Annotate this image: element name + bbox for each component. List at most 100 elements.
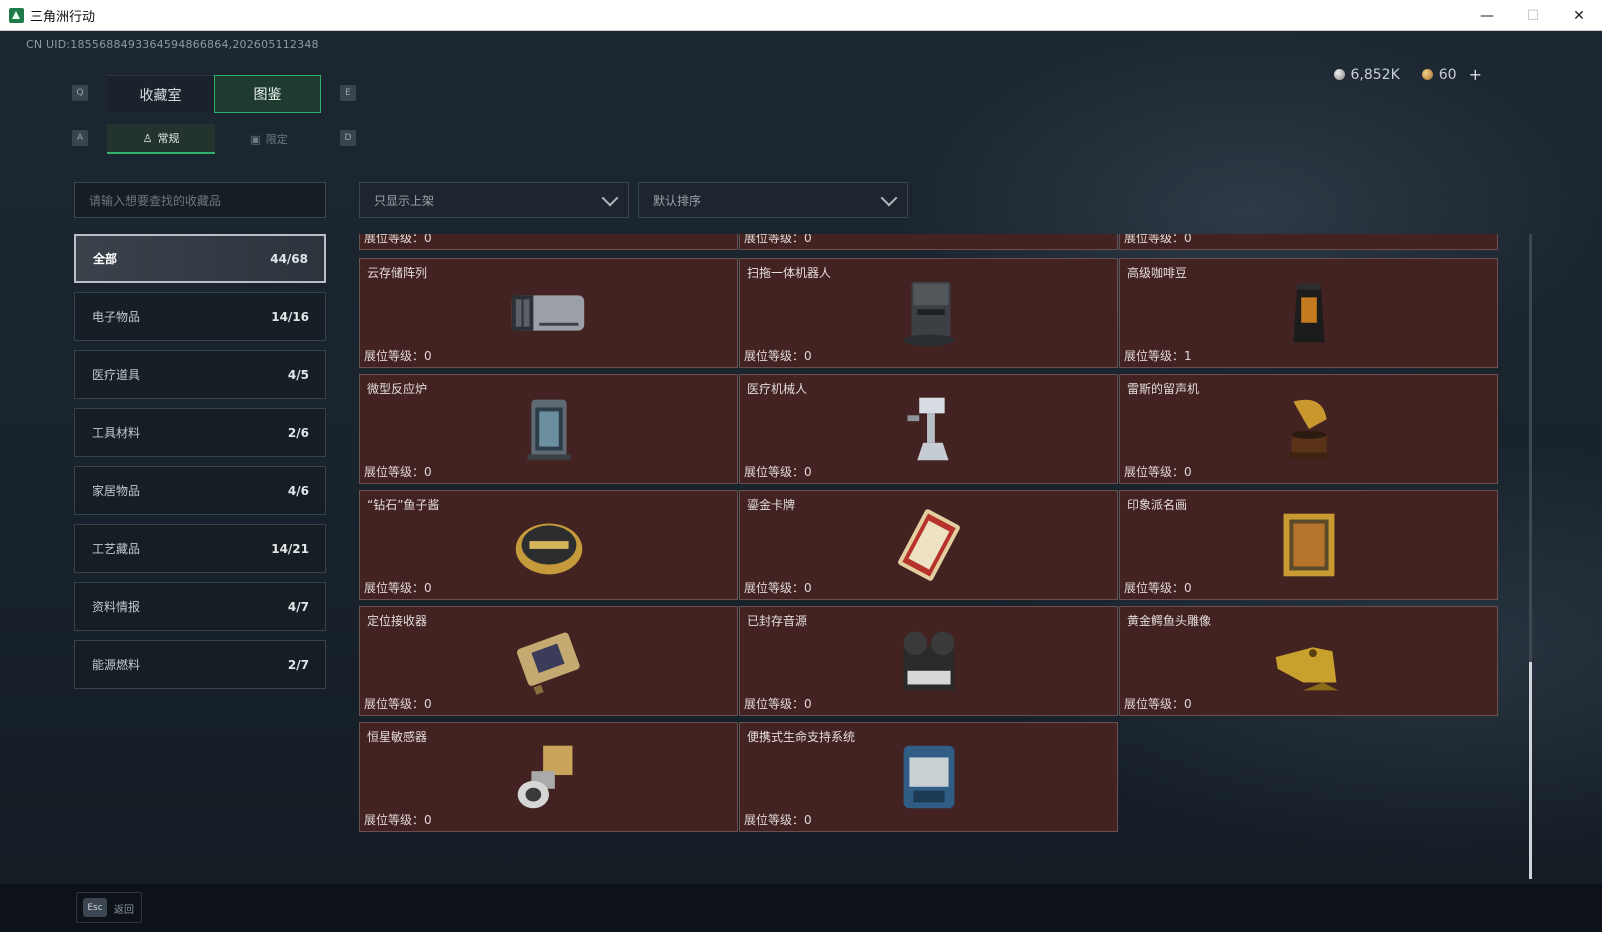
- card-name: 鎏金卡牌: [747, 498, 796, 512]
- collection-card[interactable]: 定位接收器 展位等级：0: [359, 606, 738, 716]
- card-name: 雷斯的留声机: [1127, 382, 1200, 396]
- card-level: 展位等级：0: [1124, 581, 1192, 595]
- category-household[interactable]: 家居物品 4/6: [74, 466, 326, 515]
- category-label: 全部: [93, 252, 118, 266]
- card-level: 展位等级：0: [744, 465, 812, 479]
- collection-card-partial[interactable]: 展位等级：0: [1119, 234, 1498, 250]
- chevron-down-icon: [601, 189, 619, 207]
- figure-icon: ♙: [142, 131, 153, 145]
- key-hint-e[interactable]: E: [340, 85, 356, 101]
- currency-bar: 6,852K 60 +: [1333, 65, 1482, 84]
- window-titlebar: 三角洲行动 — ☐ ✕: [0, 0, 1602, 31]
- collection-card[interactable]: 微型反应炉 展位等级：0: [359, 374, 738, 484]
- card-name: 高级咖啡豆: [1127, 266, 1188, 280]
- back-label: 返回: [114, 905, 134, 916]
- collection-card-partial[interactable]: 展位等级：0: [739, 234, 1118, 250]
- category-crafts[interactable]: 工艺藏品 14/21: [74, 524, 326, 573]
- key-hint-d[interactable]: D: [340, 130, 356, 146]
- collection-card[interactable]: 便携式生命支持系统 展位等级：0: [739, 722, 1118, 832]
- scrollbar-thumb[interactable]: [1529, 662, 1532, 879]
- display-filter-value: 只显示上架: [374, 193, 435, 208]
- card-name: 便携式生命支持系统: [747, 730, 856, 744]
- category-electronics[interactable]: 电子物品 14/16: [74, 292, 326, 341]
- card-name: 恒星敏感器: [367, 730, 428, 744]
- card-level: 展位等级：0: [744, 581, 812, 595]
- collection-card[interactable]: 医疗机械人 展位等级：0: [739, 374, 1118, 484]
- card-name: “钻石”鱼子酱: [367, 498, 440, 512]
- card-level: 展位等级：0: [744, 813, 812, 827]
- sort-dropdown[interactable]: 默认排序: [638, 182, 908, 218]
- game-viewport: CN UID:1855688493364594866864,2026051123…: [0, 31, 1602, 932]
- category-medical[interactable]: 医疗道具 4/5: [74, 350, 326, 399]
- category-label: 资料情报: [92, 600, 141, 614]
- maximize-button[interactable]: ☐: [1510, 0, 1556, 31]
- collection-card[interactable]: 黄金鳄鱼头雕像 展位等级：0: [1119, 606, 1498, 716]
- window-controls: — ☐ ✕: [1464, 0, 1602, 31]
- collection-card[interactable]: 扫拖一体机器人 展位等级：0: [739, 258, 1118, 368]
- category-all[interactable]: 全部 44/68: [74, 234, 326, 283]
- category-list: 全部 44/68 电子物品 14/16 医疗道具 4/5 工具材料 2/6 家居…: [74, 234, 326, 698]
- category-label: 能源燃料: [92, 658, 141, 672]
- category-energy[interactable]: 能源燃料 2/7: [74, 640, 326, 689]
- collection-card[interactable]: 已封存音源 展位等级：0: [739, 606, 1118, 716]
- gold-amount: 60: [1438, 66, 1457, 83]
- card-name: 定位接收器: [367, 614, 428, 628]
- card-level: 展位等级：0: [364, 581, 432, 595]
- esc-key-hint: Esc: [83, 898, 107, 917]
- card-name: 黄金鳄鱼头雕像: [1127, 614, 1212, 628]
- card-level: 展位等级：0: [1124, 234, 1192, 245]
- grid-scrollbar[interactable]: [1529, 234, 1532, 879]
- card-level: 展位等级：0: [364, 813, 432, 827]
- subtab-limited[interactable]: ▣ 限定: [215, 124, 323, 154]
- category-label: 家居物品: [92, 484, 141, 498]
- croc-statue-icon: [1264, 621, 1354, 701]
- category-tools[interactable]: 工具材料 2/6: [74, 408, 326, 457]
- category-count: 14/21: [271, 541, 309, 556]
- card-level: 展位等级：0: [744, 349, 812, 363]
- collection-card[interactable]: 高级咖啡豆 展位等级：1: [1119, 258, 1498, 368]
- caviar-tin-icon: [504, 505, 594, 585]
- reactor-icon: [504, 389, 594, 469]
- server-rack-icon: [504, 273, 594, 353]
- silver-amount: 6,852K: [1350, 66, 1400, 83]
- collection-card[interactable]: 鎏金卡牌展位等级：0: [739, 490, 1118, 600]
- collection-card[interactable]: 云存储阵列 展位等级：0: [359, 258, 738, 368]
- close-button[interactable]: ✕: [1556, 0, 1602, 31]
- window-title: 三角洲行动: [30, 9, 96, 25]
- gramophone-icon: [1264, 389, 1354, 469]
- category-count: 2/6: [287, 425, 309, 440]
- collection-card[interactable]: 恒星敏感器展位等级：0: [359, 722, 738, 832]
- category-count: 14/16: [271, 309, 309, 324]
- main-tabs: 收藏室 图鉴: [107, 75, 321, 113]
- add-currency-button[interactable]: +: [1469, 65, 1482, 84]
- subtab-regular[interactable]: ♙ 常规: [107, 124, 215, 154]
- category-label: 工艺藏品: [92, 542, 141, 556]
- card-name: 已封存音源: [747, 614, 808, 628]
- card-level: 展位等级：0: [1124, 465, 1192, 479]
- bottom-bar: [0, 884, 1602, 932]
- key-hint-a[interactable]: A: [72, 130, 88, 146]
- card-level: 展位等级：0: [1124, 697, 1192, 711]
- key-hint-q[interactable]: Q: [72, 85, 88, 101]
- category-label: 电子物品: [92, 310, 141, 324]
- collection-grid: 展位等级：0 展位等级：0 展位等级：0 云存储阵列 展位等级：0 扫拖一体机器人 展位等级…: [359, 234, 1519, 879]
- tab-codex[interactable]: 图鉴: [214, 75, 321, 113]
- card-level: 展位等级：0: [364, 465, 432, 479]
- silver-coin-icon: [1333, 69, 1345, 80]
- receiver-icon: [504, 621, 594, 701]
- display-filter-dropdown[interactable]: 只显示上架: [359, 182, 629, 218]
- minimize-button[interactable]: —: [1464, 0, 1510, 31]
- image-icon: ▣: [250, 132, 261, 146]
- robot-vacuum-icon: [884, 273, 974, 353]
- card-level: 展位等级：0: [364, 349, 432, 363]
- user-uid: CN UID:1855688493364594866864,2026051123…: [26, 38, 319, 51]
- tab-collection-room[interactable]: 收藏室: [107, 75, 214, 113]
- collection-card[interactable]: 雷斯的留声机 展位等级：0: [1119, 374, 1498, 484]
- search-input[interactable]: 请输入想要查找的收藏品: [74, 182, 326, 218]
- category-intel[interactable]: 资料情报 4/7: [74, 582, 326, 631]
- collection-card-partial[interactable]: 展位等级：0: [359, 234, 738, 250]
- category-count: 4/6: [287, 483, 309, 498]
- collection-card[interactable]: 印象派名画 展位等级：0: [1119, 490, 1498, 600]
- collection-card[interactable]: “钻石”鱼子酱 展位等级：0: [359, 490, 738, 600]
- gold-currency: 60 +: [1421, 65, 1482, 84]
